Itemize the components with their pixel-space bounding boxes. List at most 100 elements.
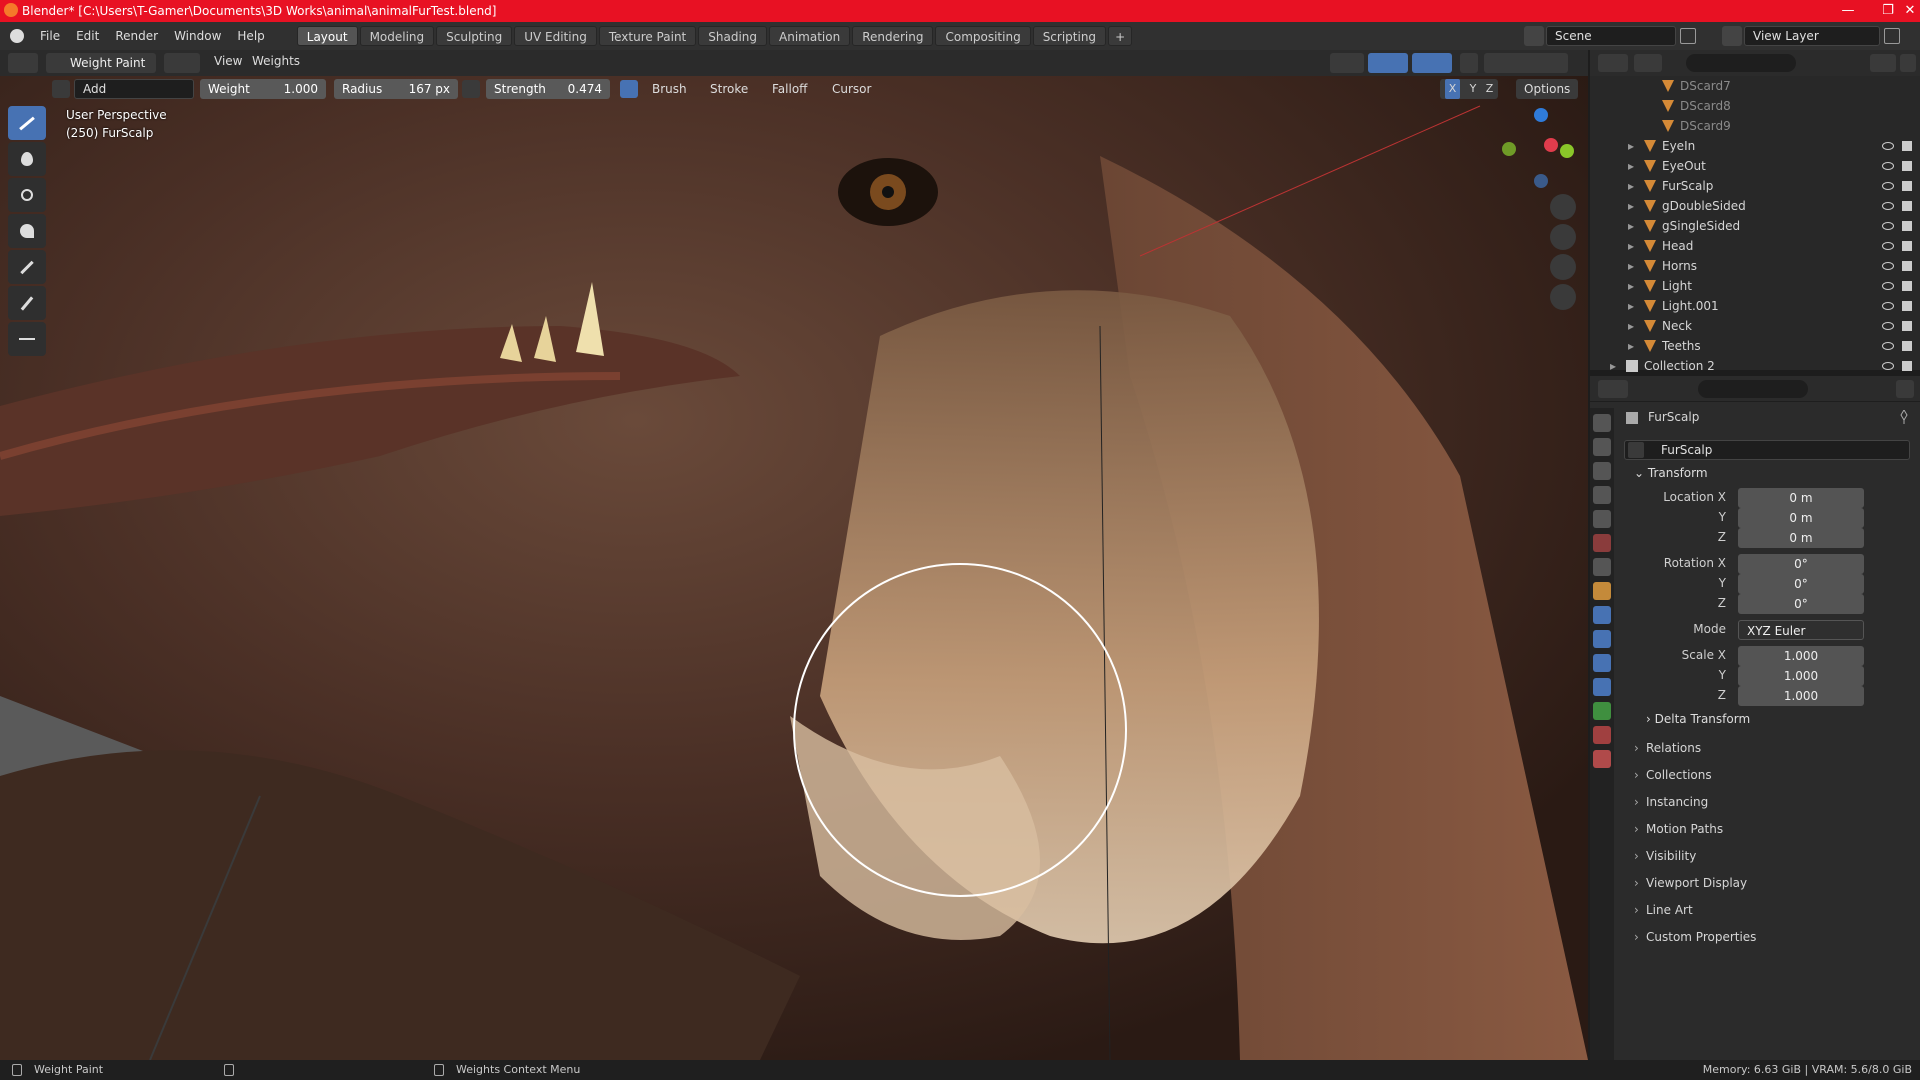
outliner-item[interactable]: ▸ Collection 2 bbox=[1590, 356, 1920, 376]
editor-type-icon[interactable] bbox=[8, 53, 38, 73]
pin-icon[interactable] bbox=[1898, 409, 1910, 424]
menu-file[interactable]: File bbox=[32, 29, 68, 43]
properties-panel-header[interactable]: › Viewport Display bbox=[1590, 873, 1920, 893]
properties-search-input[interactable] bbox=[1698, 380, 1808, 398]
gizmo-x-icon[interactable] bbox=[1544, 138, 1558, 152]
outliner-item[interactable]: ▸ Light.001 bbox=[1590, 296, 1920, 316]
view-layer-tab-icon[interactable] bbox=[1593, 486, 1611, 504]
axis-y-toggle[interactable]: Y bbox=[1470, 79, 1477, 99]
smear-tool-icon[interactable] bbox=[8, 214, 46, 248]
render-camera-icon[interactable] bbox=[1902, 161, 1912, 171]
tab-shading[interactable]: Shading bbox=[698, 26, 767, 46]
object-name-field[interactable]: FurScalp bbox=[1624, 440, 1910, 460]
tab-scripting[interactable]: Scripting bbox=[1032, 26, 1107, 46]
scale-y-field[interactable]: 1.000 bbox=[1738, 666, 1864, 686]
display-mode-icon[interactable] bbox=[1634, 54, 1662, 72]
object-type-icon[interactable] bbox=[1628, 442, 1644, 458]
render-camera-icon[interactable] bbox=[1902, 281, 1912, 291]
menu-window[interactable]: Window bbox=[166, 29, 229, 43]
tab-layout[interactable]: Layout bbox=[296, 26, 358, 46]
cursor-menu[interactable]: Cursor bbox=[832, 79, 871, 99]
filter-icon[interactable] bbox=[1870, 54, 1896, 72]
expand-arrow-icon[interactable]: ▸ bbox=[1628, 316, 1634, 336]
outliner-item[interactable]: DScard7 bbox=[1590, 76, 1920, 96]
zoom-icon[interactable] bbox=[1550, 194, 1576, 220]
rotation-y-field[interactable]: 0° bbox=[1738, 574, 1864, 594]
camera-icon[interactable] bbox=[1550, 254, 1576, 280]
expand-arrow-icon[interactable]: ▸ bbox=[1628, 216, 1634, 236]
visibility-icon[interactable] bbox=[1330, 53, 1364, 73]
tool-tab-icon[interactable] bbox=[1593, 414, 1611, 432]
render-camera-icon[interactable] bbox=[1902, 201, 1912, 211]
close-icon[interactable]: ✕ bbox=[1900, 0, 1920, 22]
expand-arrow-icon[interactable]: ▸ bbox=[1610, 356, 1616, 376]
visibility-eye-icon[interactable] bbox=[1882, 282, 1894, 290]
weight-field[interactable]: Weight 1.000 bbox=[200, 79, 326, 99]
render-camera-icon[interactable] bbox=[1902, 261, 1912, 271]
rotation-mode-dropdown[interactable]: XYZ Euler bbox=[1738, 620, 1864, 640]
outliner-item[interactable]: ▸ Light bbox=[1590, 276, 1920, 296]
new-scene-icon[interactable] bbox=[1680, 28, 1696, 44]
tab-modeling[interactable]: Modeling bbox=[359, 26, 435, 46]
view-layer-field[interactable]: View Layer bbox=[1744, 26, 1880, 46]
gizmo-z-icon[interactable] bbox=[1534, 108, 1548, 122]
render-camera-icon[interactable] bbox=[1902, 361, 1912, 371]
transform-panel-header[interactable]: ⌄ Transform bbox=[1634, 466, 1708, 480]
gizmo-neg-y-icon[interactable] bbox=[1502, 142, 1516, 156]
scene-field[interactable]: Scene bbox=[1546, 26, 1676, 46]
outliner-search-input[interactable] bbox=[1686, 54, 1796, 72]
expand-arrow-icon[interactable]: ▸ bbox=[1628, 336, 1634, 356]
scale-x-field[interactable]: 1.000 bbox=[1738, 646, 1864, 666]
tab-compositing[interactable]: Compositing bbox=[935, 26, 1031, 46]
properties-panel-header[interactable]: › Custom Properties bbox=[1590, 927, 1920, 947]
outliner-item[interactable]: ▸ Neck bbox=[1590, 316, 1920, 336]
3d-viewport[interactable]: User Perspective (250) FurScalp bbox=[0, 76, 1588, 1060]
rotation-x-field[interactable]: 0° bbox=[1738, 554, 1864, 574]
strength-field[interactable]: Strength 0.474 bbox=[486, 79, 610, 99]
tab-animation[interactable]: Animation bbox=[769, 26, 851, 46]
render-camera-icon[interactable] bbox=[1902, 241, 1912, 251]
scene-icon[interactable] bbox=[1524, 26, 1544, 46]
gradient-tool-icon[interactable] bbox=[8, 250, 46, 284]
properties-panel-header[interactable]: › Motion Paths bbox=[1590, 819, 1920, 839]
expand-arrow-icon[interactable]: ▸ bbox=[1628, 156, 1634, 176]
expand-arrow-icon[interactable]: ▸ bbox=[1628, 236, 1634, 256]
annotate-tool-icon[interactable] bbox=[8, 322, 46, 356]
shading-modes-icon[interactable] bbox=[1484, 53, 1568, 73]
physics-tab-icon[interactable] bbox=[1593, 654, 1611, 672]
falloff-menu[interactable]: Falloff bbox=[772, 79, 807, 99]
brush-menu[interactable]: Brush bbox=[652, 79, 687, 99]
minimize-icon[interactable]: — bbox=[1828, 0, 1868, 22]
visibility-eye-icon[interactable] bbox=[1882, 222, 1894, 230]
outliner-item[interactable]: DScard8 bbox=[1590, 96, 1920, 116]
gizmo-icon[interactable] bbox=[1368, 53, 1408, 73]
axis-x-toggle[interactable]: X bbox=[1444, 79, 1461, 99]
modifiers-tab-icon[interactable] bbox=[1593, 606, 1611, 624]
outliner-item[interactable]: ▸ Horns bbox=[1590, 256, 1920, 276]
material-tab-icon[interactable] bbox=[1593, 726, 1611, 744]
blender-menu-icon[interactable] bbox=[10, 29, 24, 43]
sample-weight-icon[interactable] bbox=[8, 286, 46, 320]
render-camera-icon[interactable] bbox=[1902, 301, 1912, 311]
menu-weights[interactable]: Weights bbox=[252, 54, 300, 68]
expand-arrow-icon[interactable]: ▸ bbox=[1628, 176, 1634, 196]
overlay-icon[interactable] bbox=[1412, 53, 1452, 73]
location-x-field[interactable]: 0 m bbox=[1738, 488, 1864, 508]
visibility-eye-icon[interactable] bbox=[1882, 362, 1894, 370]
pan-icon[interactable] bbox=[1550, 224, 1576, 250]
gizmo-neg-z-icon[interactable] bbox=[1534, 174, 1548, 188]
data-tab-icon[interactable] bbox=[1593, 702, 1611, 720]
properties-panel-header[interactable]: › Relations bbox=[1590, 738, 1920, 758]
expand-arrow-icon[interactable]: ▸ bbox=[1628, 196, 1634, 216]
outliner-item[interactable]: DScard9 bbox=[1590, 116, 1920, 136]
render-camera-icon[interactable] bbox=[1902, 321, 1912, 331]
expand-arrow-icon[interactable]: ▸ bbox=[1628, 296, 1634, 316]
world-tab-icon[interactable] bbox=[1593, 534, 1611, 552]
stroke-menu[interactable]: Stroke bbox=[710, 79, 748, 99]
draw-tool-icon[interactable] bbox=[8, 106, 46, 140]
outliner-editor-icon[interactable] bbox=[1598, 54, 1628, 72]
add-workspace-icon[interactable]: + bbox=[1108, 26, 1133, 46]
outliner-item[interactable]: ▸ EyeIn bbox=[1590, 136, 1920, 156]
visibility-eye-icon[interactable] bbox=[1882, 242, 1894, 250]
visibility-eye-icon[interactable] bbox=[1882, 322, 1894, 330]
